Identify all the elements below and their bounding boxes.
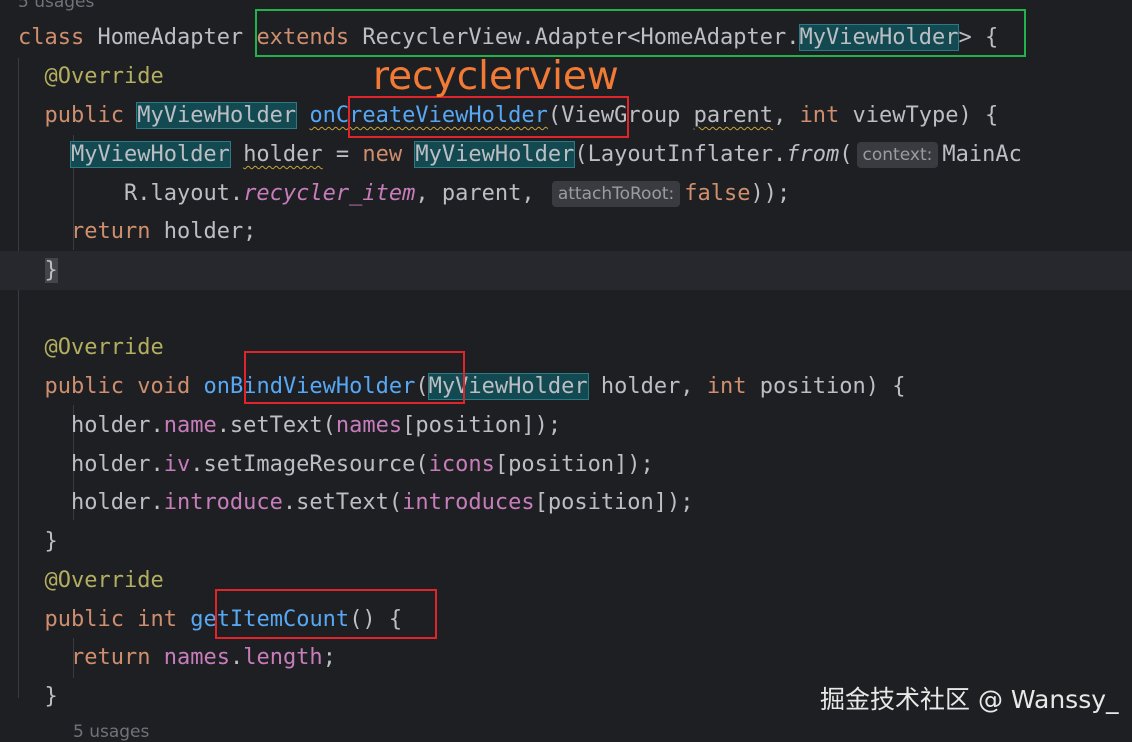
code-line-set-name[interactable]: holder.name.setText(names[position]); [18, 406, 1132, 445]
code-text: = [322, 142, 363, 167]
highlight-box-extends [255, 9, 1026, 57]
closing-brace: } [44, 258, 58, 283]
keyword: int [137, 607, 177, 632]
code-text: holder, [587, 374, 707, 399]
annotation: @Override [44, 64, 164, 89]
field-ref: length [243, 645, 323, 670]
code-text: , parent, [415, 181, 548, 206]
code-text: )); [750, 181, 791, 206]
keyword: public [44, 103, 124, 128]
keyword: void [137, 374, 191, 399]
type-reference: MyViewHolder [136, 102, 298, 129]
method-call: from [786, 142, 840, 167]
parameter-hint: attachToRoot: [551, 181, 681, 207]
annotation: @Override [44, 335, 164, 360]
code-line-closing-brace[interactable]: } [18, 522, 1132, 561]
field-ref: introduces [402, 490, 535, 515]
code-text: [position]); [534, 490, 694, 515]
field-ref: name [163, 413, 217, 438]
code-text: holder. [70, 452, 164, 477]
code-text: [position]); [494, 452, 654, 477]
code-line-set-icon[interactable]: holder.iv.setImageResource(icons[positio… [18, 445, 1132, 484]
code-text: ; [322, 645, 336, 670]
keyword: false [684, 181, 751, 206]
field-ref: names [163, 645, 230, 670]
field-ref: introduce [163, 490, 283, 515]
type-reference: MyViewHolder [414, 141, 576, 168]
class-name: HomeAdapter [97, 25, 244, 50]
highlight-box-onbindviewholder [244, 351, 465, 404]
resource-id: recycler_item [243, 181, 416, 206]
keyword: new [362, 142, 403, 167]
code-text: holder; [150, 219, 257, 244]
parameter-hint: context: [856, 142, 939, 168]
code-text: holder. [70, 413, 164, 438]
code-text: , [773, 103, 800, 128]
keyword: public [44, 607, 124, 632]
code-line-set-introduce[interactable]: holder.introduce.setText(introduces[posi… [18, 483, 1132, 522]
closing-brace: } [44, 684, 58, 709]
parameter: parent [693, 103, 774, 128]
code-line-holder-decl[interactable]: MyViewHolder holder = new MyViewHolder(L… [18, 135, 1132, 174]
code-text: position) { [746, 374, 906, 399]
keyword: class [18, 25, 85, 50]
code-text: (LayoutInflater. [574, 142, 787, 167]
annotation: @Override [44, 568, 164, 593]
field-ref: icons [428, 452, 495, 477]
closing-brace: } [44, 529, 58, 554]
code-line-closing-brace[interactable]: } [0, 251, 1132, 290]
highlight-box-getitemcount [215, 589, 437, 639]
code-text: MainAc [942, 142, 1022, 167]
keyword: return [70, 219, 151, 244]
keyword: public [44, 374, 124, 399]
code-line-getcount-signature[interactable]: public int getItemCount() { [18, 600, 1132, 639]
code-line-override[interactable]: @Override [18, 328, 1132, 367]
code-text: R.layout. [123, 181, 244, 206]
code-line-return[interactable]: return holder; [18, 212, 1132, 251]
variable: holder [243, 142, 323, 167]
code-line-onbind-signature[interactable]: public void onBindViewHolder(MyViewHolde… [18, 367, 1132, 406]
usages-hint[interactable]: 5 usages [73, 722, 149, 742]
code-text: .setText( [282, 490, 403, 515]
field-ref: names [335, 413, 403, 438]
keyword: int [799, 103, 840, 128]
code-line-override[interactable]: @Override [18, 561, 1132, 600]
code-text: .setImageResource( [190, 452, 429, 477]
code-line-return-length[interactable]: return names.length; [18, 638, 1132, 677]
type-reference: MyViewHolder [69, 141, 231, 168]
code-text: [position]); [402, 413, 562, 438]
code-text: viewType) { [839, 103, 999, 128]
highlight-box-oncreateviewholder [348, 96, 629, 138]
watermark: 掘金技术社区 @ Wanssy_ [820, 685, 1119, 714]
code-text: holder. [70, 490, 164, 515]
keyword: return [70, 645, 151, 670]
annotation-label: recyclerview [373, 54, 619, 99]
code-text: ( [839, 142, 853, 167]
field-ref: iv [163, 452, 191, 477]
code-text: .setText( [216, 413, 336, 438]
code-line-inflate-args[interactable]: R.layout.recycler_item, parent, attachTo… [18, 174, 1132, 213]
keyword: int [706, 374, 747, 399]
code-text: . [229, 645, 244, 670]
usages-hint[interactable]: 5 usages [18, 0, 94, 12]
